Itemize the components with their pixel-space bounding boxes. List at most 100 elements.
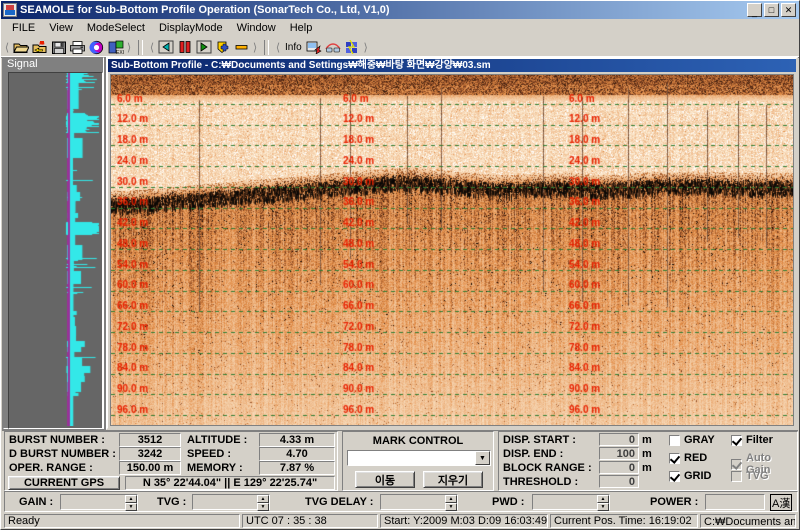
pwd-down-icon[interactable]: ▼ (597, 503, 609, 511)
tvg-stepper-buttons[interactable]: ▲ ▼ (257, 495, 269, 511)
menu-item-file[interactable]: FILE (5, 21, 42, 35)
close-button[interactable]: ✕ (781, 3, 796, 17)
minimize-button[interactable]: _ (747, 3, 762, 17)
gray-checkbox[interactable] (669, 434, 680, 446)
play-icon (196, 40, 211, 54)
pwd-up-icon[interactable]: ▲ (597, 495, 609, 503)
tvg-delay-down-icon[interactable]: ▼ (445, 503, 457, 511)
save-as-icon: ab (32, 40, 46, 53)
tvg-value[interactable] (193, 495, 257, 509)
window-title: SEAMOLE for Sub-Bottom Profile Operation… (20, 4, 390, 16)
toolbar-grip-left-icon: ⟨ (4, 41, 10, 54)
pwd-value[interactable] (533, 495, 597, 509)
gain-up-icon[interactable]: ▲ (125, 495, 137, 503)
gain-down-icon[interactable]: ▼ (125, 503, 137, 511)
remove-mark-icon (235, 45, 248, 50)
capture-icon (306, 41, 322, 54)
signal-waveform[interactable] (8, 72, 103, 429)
tvg-down-icon[interactable]: ▼ (257, 503, 269, 511)
chevron-down-icon[interactable]: ▼ (475, 451, 490, 465)
toolbar-group-playback: ⟨ ⟩ (146, 38, 261, 56)
mark-erase-button[interactable]: 지우기 (423, 471, 483, 488)
toolbar: ⟨ ab EX ⟩ ⟨ ⟩ ⟨ Info ⟩ (1, 37, 799, 58)
capture-button[interactable] (305, 39, 324, 56)
toolbar-group-file: ⟨ ab EX ⟩ (1, 38, 135, 56)
tvg-checkbox (731, 470, 742, 482)
menu-item-view[interactable]: View (42, 21, 80, 35)
grid-checkbox[interactable] (669, 470, 680, 482)
minimize-icon: _ (751, 7, 757, 17)
toolbar-grip-right-icon: ⟩ (126, 41, 132, 54)
play-button[interactable] (194, 39, 213, 56)
gain-stepper[interactable]: ▲ ▼ (60, 494, 138, 511)
tvg-label: TVG (746, 470, 769, 482)
menu-item-displaymode[interactable]: DisplayMode (152, 21, 230, 35)
toolbar-separator-2 (264, 39, 269, 55)
tvg-delay-stepper-buttons[interactable]: ▲ ▼ (445, 495, 457, 511)
menu-item-help[interactable]: Help (283, 21, 320, 35)
save-as-button[interactable]: ab (30, 39, 49, 56)
threshold-label: THRESHOLD : (503, 476, 579, 488)
d-burst-number-label: D BURST NUMBER : (9, 448, 116, 460)
disp-end-value[interactable]: 100 (599, 447, 639, 460)
tvg-delay-stepper[interactable]: ▲ ▼ (380, 494, 458, 511)
toolbar-grip-left-3-icon: ⟨ (275, 41, 281, 54)
maximize-icon: □ (768, 5, 775, 15)
about-button[interactable] (87, 39, 106, 56)
current-gps-button[interactable]: CURRENT GPS (8, 476, 120, 490)
toolbar-group-info: ⟨ Info ⟩ (272, 38, 372, 56)
settings-button[interactable] (343, 39, 362, 56)
burst-number-label: BURST NUMBER : (9, 434, 105, 446)
gain-stepper-buttons[interactable]: ▲ ▼ (125, 495, 137, 511)
gray-label: GRAY (684, 434, 715, 446)
tvg-up-icon[interactable]: ▲ (257, 495, 269, 503)
oper-range-value: 150.00 m (119, 461, 181, 475)
red-checkbox-row[interactable]: RED (669, 452, 707, 464)
save-button[interactable] (49, 39, 68, 56)
disp-end-label: DISP. END : (503, 448, 564, 460)
mark-move-button[interactable]: 이동 (355, 471, 415, 488)
mdi-client-area: Signal Sub-Bottom Profile - C:₩Documents… (2, 57, 798, 431)
exit-button[interactable]: EXIT (106, 39, 125, 56)
gain-value[interactable] (61, 495, 125, 509)
tvg-delay-value[interactable] (381, 495, 445, 509)
maximize-button[interactable]: □ (764, 3, 779, 17)
remove-mark-button[interactable] (232, 39, 251, 56)
threshold-value[interactable]: 0 (599, 475, 639, 488)
altitude-value: 4.33 m (259, 433, 335, 447)
filter-checkbox-row[interactable]: Filter (731, 434, 773, 446)
filter-checkbox[interactable] (731, 434, 742, 446)
info-button-label[interactable]: Info (282, 42, 305, 53)
pwd-stepper[interactable]: ▲ ▼ (532, 494, 610, 511)
sub-bottom-profile-title: Sub-Bottom Profile - C:₩Documents and Se… (108, 59, 796, 72)
menu-item-modeselect[interactable]: ModeSelect (80, 21, 152, 35)
power-value[interactable] (705, 494, 765, 510)
ime-indicator[interactable]: A漢 (770, 494, 793, 511)
block-range-value[interactable]: 0 (599, 461, 639, 474)
mark-control-panel: MARK CONTROL ▼ 이동 지우기 (342, 431, 494, 491)
burst-number-value: 3512 (119, 433, 181, 447)
signal-panel-title: Signal (4, 58, 103, 71)
toolbar-grip-left-2-icon: ⟨ (149, 41, 155, 54)
pause-button[interactable] (175, 39, 194, 56)
pwd-stepper-buttons[interactable]: ▲ ▼ (597, 495, 609, 511)
altitude-label: ALTITUDE : (187, 434, 248, 446)
red-checkbox[interactable] (669, 452, 680, 464)
mark-control-combo[interactable]: ▼ (347, 450, 491, 466)
tvg-delay-up-icon[interactable]: ▲ (445, 495, 457, 503)
menu-item-window[interactable]: Window (230, 21, 283, 35)
view-icon (325, 42, 341, 52)
sonar-profile-display[interactable] (110, 74, 794, 426)
view-button[interactable] (324, 39, 343, 56)
tvg-checkbox-row: TVG (731, 470, 769, 482)
grid-checkbox-row[interactable]: GRID (669, 470, 712, 482)
open-button[interactable] (11, 39, 30, 56)
add-mark-button[interactable] (213, 39, 232, 56)
gray-checkbox-row[interactable]: GRAY (669, 434, 715, 446)
disp-start-value[interactable]: 0 (599, 433, 639, 446)
tvg-stepper[interactable]: ▲ ▼ (192, 494, 270, 511)
status-utc: UTC 07 : 35 : 38 (242, 514, 378, 528)
rewind-button[interactable] (156, 39, 175, 56)
print-button[interactable] (68, 39, 87, 56)
status-bar: Ready UTC 07 : 35 : 38 Start: Y:2009 M:0… (2, 513, 798, 529)
